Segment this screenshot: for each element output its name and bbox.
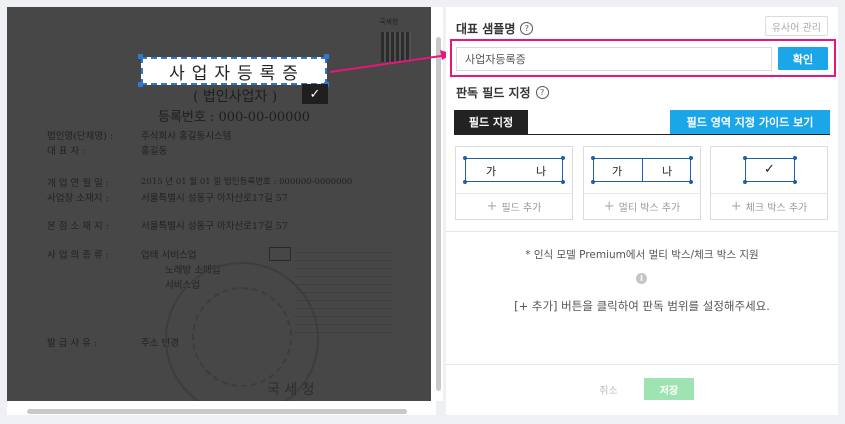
field-box-left-text: 가 <box>486 165 497 178</box>
premium-note: * 인식 모델 Premium에서 멀티 박스/체크 박스 지원 <box>525 249 759 261</box>
plus-icon: + <box>486 198 498 214</box>
document-viewer: 국세청 ( 법인사업자 ) 등록번호 : 000-00-00000 법인명(단체… <box>7 7 443 415</box>
resize-handle-bottom-left[interactable] <box>138 82 143 87</box>
horizontal-scroll-thumb[interactable] <box>27 409 407 414</box>
resize-handle-top-left[interactable] <box>138 54 143 59</box>
info-icon: i <box>636 273 647 284</box>
field-guide-button[interactable]: 필드 영역 지정 가이드 보기 <box>670 110 830 134</box>
doc-label-address: 사업장 소재지 : <box>47 193 109 204</box>
multi-box-card[interactable]: 가 나 + 멀티 박스 추가 <box>583 146 701 220</box>
multi-box-right-text: 나 <box>662 165 673 178</box>
field-preview: 가 나 <box>456 147 572 194</box>
doc-value-company: 주식회사 홍길동시스템 <box>141 131 232 142</box>
sample-name-help-icon[interactable]: ? <box>520 22 534 35</box>
field-section-title: 판독 필드 지정 ? <box>456 84 549 101</box>
doc-label-business-type: 사 업 의 종 류 : <box>47 250 109 261</box>
doc-value-ceo: 홍길동 <box>141 146 168 157</box>
watermark-emblem-icon <box>192 287 292 387</box>
doc-value-head-office: 서울특별시 성동구 아차산로17길 57 <box>141 221 288 232</box>
check-box-preview: ✓ <box>711 147 827 194</box>
confirm-button[interactable]: 확인 <box>778 47 828 70</box>
doc-value-address: 서울특별시 성동구 아차산로17길 57 <box>141 193 288 204</box>
plus-icon: + <box>603 198 615 214</box>
add-check-box-button[interactable]: + 체크 박스 추가 <box>711 193 827 219</box>
user-dictionary-button[interactable]: 유사어 관리 <box>764 16 828 36</box>
field-tab-bar: 필드 지정 필드 영역 지정 가이드 보기 <box>454 110 830 135</box>
header-seal-text: 국세청 <box>379 18 399 26</box>
cancel-button[interactable]: 취소 <box>586 378 631 400</box>
check-box-icon: ✓ <box>743 156 797 184</box>
doc-label-issue-reason: 발 급 사 유 : <box>47 338 98 349</box>
field-help-icon[interactable]: ? <box>535 86 549 99</box>
resize-handle-top-right[interactable] <box>324 54 329 59</box>
add-field-button[interactable]: + 필드 추가 <box>456 193 572 219</box>
check-mark-icon: ✓ <box>764 162 775 177</box>
tab-field-assign[interactable]: 필드 지정 <box>454 110 528 134</box>
sample-name-section-title: 대표 샘플명 ? <box>456 20 534 37</box>
registration-number: 등록번호 : 000-00-00000 <box>158 110 310 125</box>
field-add-card[interactable]: 가 나 + 필드 추가 <box>455 146 573 220</box>
doc-label-head-office: 본 점 소 재 지 : <box>47 221 109 232</box>
save-button[interactable]: 저장 <box>644 378 694 400</box>
field-box-icon: 가 나 <box>463 156 565 184</box>
doc-value-open-date: 2015 년 01 월 01 일 법인등록번호 : 000000-0000000 <box>141 177 353 187</box>
check-box-card[interactable]: ✓ + 체크 박스 추가 <box>710 146 828 220</box>
doc-label-ceo: 대 표 자 : <box>47 146 86 157</box>
sample-name-title: 대표 샘플명 <box>456 22 516 36</box>
multi-box-icon: 가 나 <box>591 156 693 184</box>
horizontal-scrollbar[interactable] <box>7 407 431 415</box>
cards-divider <box>446 231 838 232</box>
vertical-scroll-thumb[interactable] <box>436 37 441 391</box>
doc-label-company: 법인명(단체명) : <box>47 131 114 142</box>
sample-name-input[interactable] <box>456 47 772 71</box>
document-subtitle: ( 법인사업자 ) <box>193 89 278 105</box>
qr-code-icon <box>381 32 411 62</box>
doc-remark-block <box>269 247 291 261</box>
confirm-check-icon[interactable]: ✓ <box>302 84 328 104</box>
selected-field-box[interactable]: 사업자등록증 <box>141 57 327 85</box>
doc-label-open-date: 개 업 연 월 일 : <box>47 178 109 189</box>
doc-value-business-type: 업태 서비스업 <box>141 250 197 261</box>
plus-icon: + <box>730 198 742 214</box>
add-check-box-label: 체크 박스 추가 <box>745 202 808 214</box>
add-multi-box-label: 멀티 박스 추가 <box>618 202 681 214</box>
add-multi-box-button[interactable]: + 멀티 박스 추가 <box>584 193 700 219</box>
settings-panel: 대표 샘플명 ? 유사어 관리 확인 판독 필드 지정 ? 필드 지정 필드 영… <box>446 7 838 415</box>
footer-divider <box>446 364 838 365</box>
document-image[interactable]: 국세청 ( 법인사업자 ) 등록번호 : 000-00-00000 법인명(단체… <box>7 7 431 401</box>
instruction-text: [+ 추가] 버튼을 클릭하여 판독 범위를 설정해주세요. <box>514 299 770 313</box>
multi-box-preview: 가 나 <box>584 147 700 194</box>
watermark-seal-text: 국 세 청 <box>267 382 315 398</box>
field-box-right-text: 나 <box>536 165 547 178</box>
multi-box-left-text: 가 <box>612 165 623 178</box>
field-title: 판독 필드 지정 <box>456 86 531 100</box>
vertical-scrollbar[interactable] <box>433 7 443 401</box>
add-field-label: 필드 추가 <box>501 202 542 214</box>
